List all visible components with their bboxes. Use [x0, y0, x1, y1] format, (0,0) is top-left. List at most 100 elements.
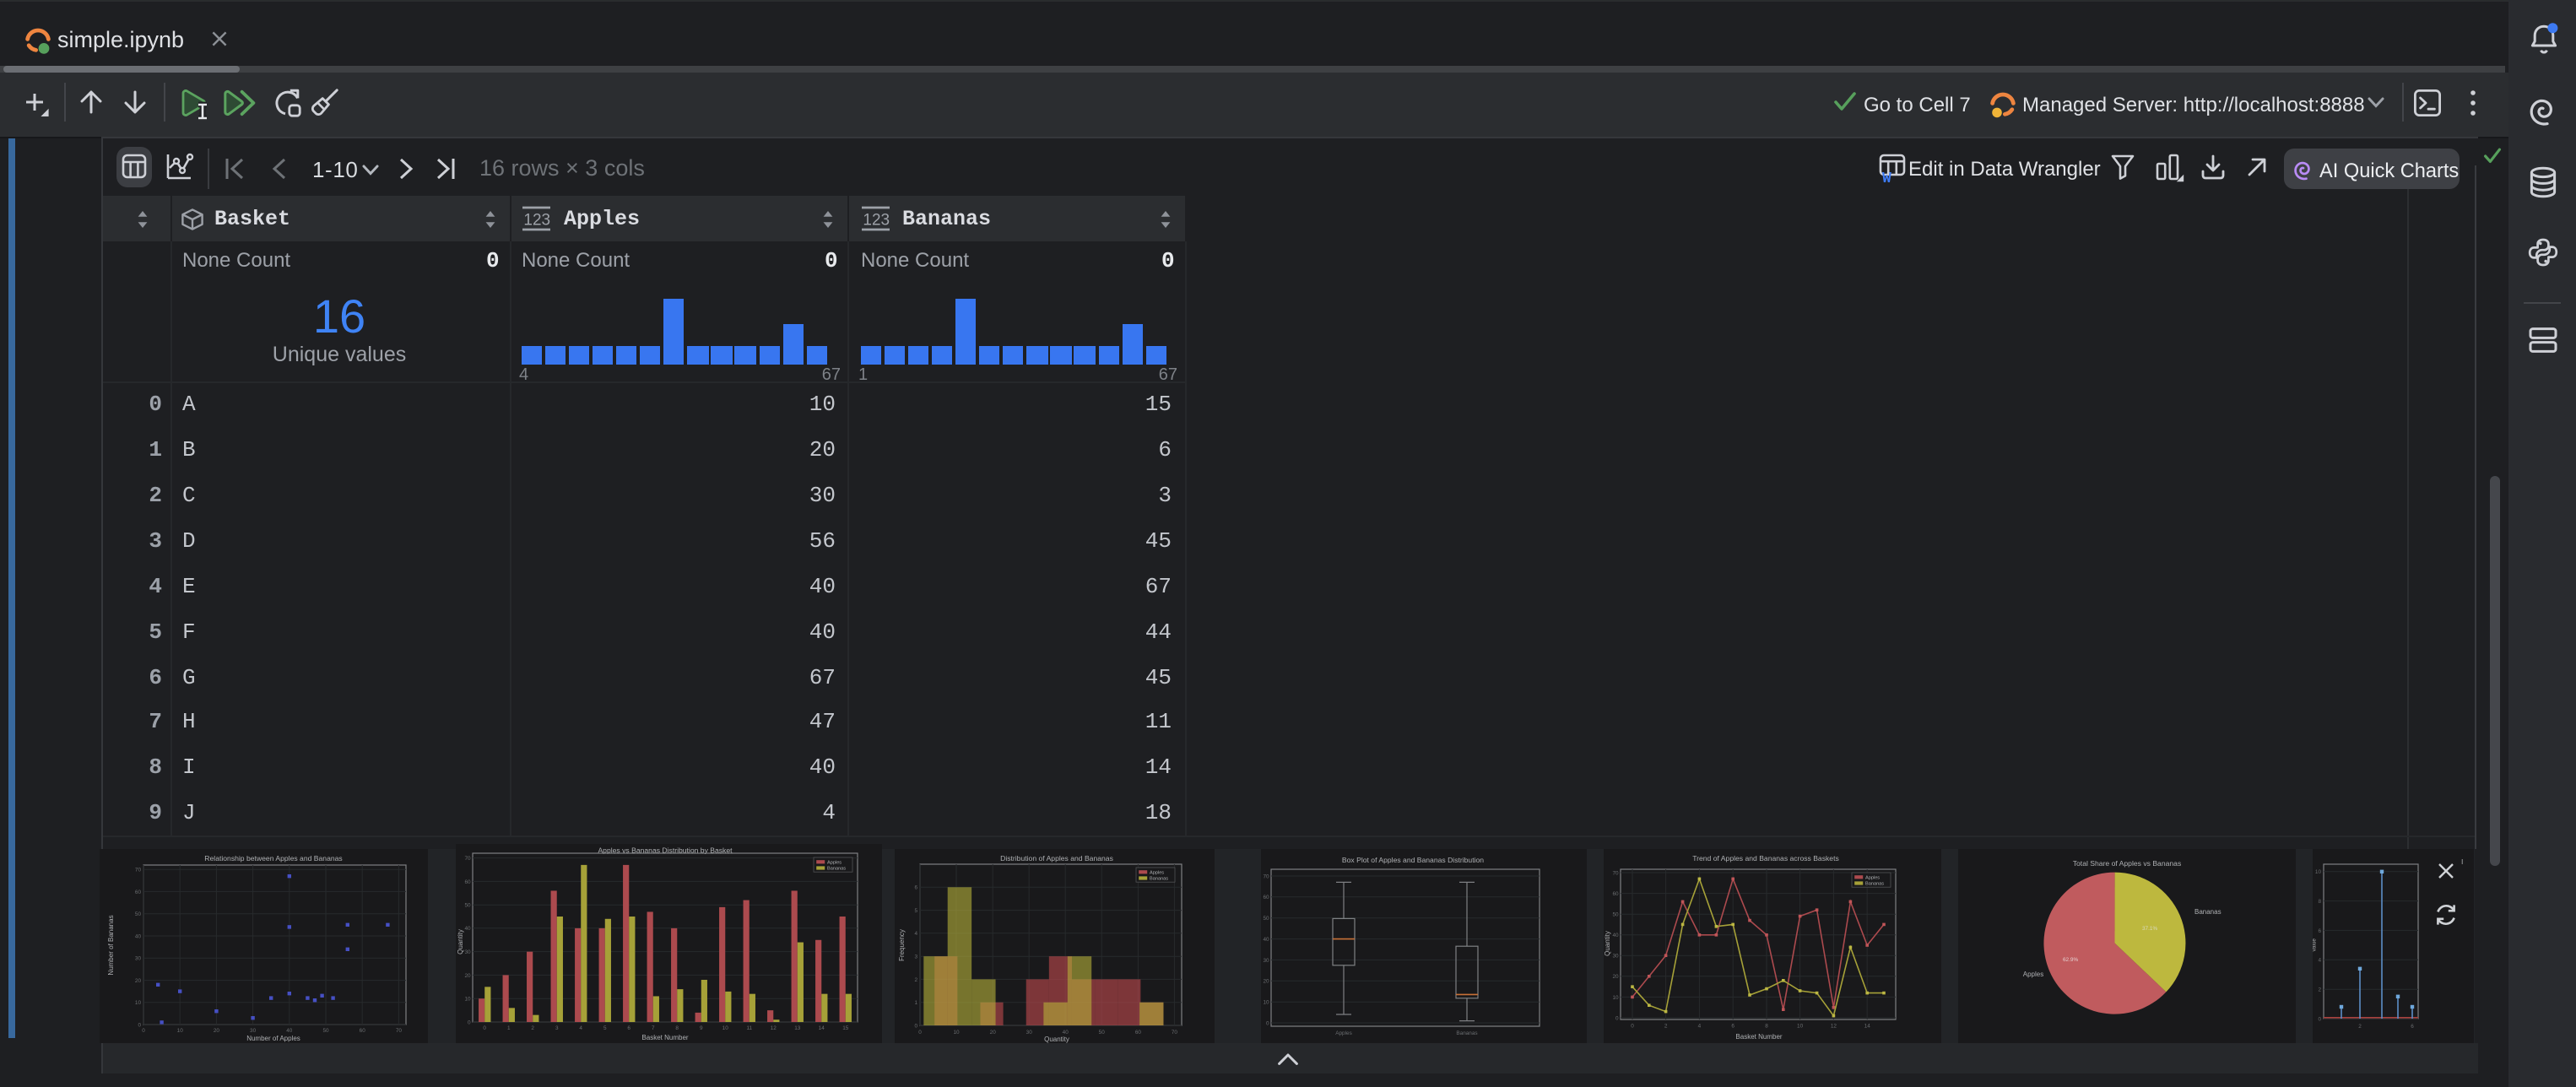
svg-text:70: 70	[1172, 1030, 1178, 1036]
svg-text:123: 123	[862, 211, 889, 229]
svg-text:0: 0	[2318, 1016, 2321, 1022]
svg-text:10: 10	[464, 997, 471, 1003]
svg-text:70: 70	[1612, 870, 1619, 876]
svg-text:12: 12	[771, 1025, 777, 1031]
svg-text:40: 40	[1063, 1030, 1069, 1036]
svg-text:50: 50	[1099, 1030, 1106, 1036]
svg-text:10: 10	[2315, 869, 2322, 875]
svg-text:40: 40	[286, 1028, 293, 1034]
svg-text:5: 5	[603, 1025, 607, 1031]
svg-text:6: 6	[627, 1025, 630, 1031]
svg-text:62.9%: 62.9%	[2063, 957, 2078, 963]
svg-text:30: 30	[1262, 958, 1269, 964]
svg-text:Quantity: Quantity	[1604, 931, 1611, 956]
svg-text:Number of Apples: Number of Apples	[246, 1035, 300, 1042]
svg-text:60: 60	[1135, 1030, 1142, 1036]
svg-text:60: 60	[135, 890, 142, 895]
svg-text:0: 0	[483, 1025, 486, 1031]
svg-text:70: 70	[464, 856, 471, 862]
svg-text:Quantity: Quantity	[457, 929, 464, 955]
svg-text:20: 20	[1262, 979, 1269, 985]
svg-text:60: 60	[1262, 895, 1269, 900]
svg-text:Apples: Apples	[827, 860, 842, 865]
svg-text:60: 60	[1612, 891, 1619, 897]
svg-text:Total Share of Apples vs Banan: Total Share of Apples vs Bananas	[2073, 859, 2182, 868]
svg-text:Apples: Apples	[1865, 875, 1880, 880]
svg-text:Basket Number: Basket Number	[1735, 1033, 1782, 1041]
svg-text:Trend of Apples and Bananas ac: Trend of Apples and Bananas across Baske…	[1692, 854, 1839, 863]
svg-text:40: 40	[464, 926, 471, 932]
svg-text:2: 2	[1664, 1024, 1668, 1030]
svg-text:20: 20	[214, 1028, 220, 1034]
svg-text:50: 50	[1262, 916, 1269, 922]
svg-text:4: 4	[579, 1025, 582, 1031]
svg-text:6: 6	[914, 885, 917, 891]
svg-text:Relationship between Apples an: Relationship between Apples and Bananas	[204, 854, 342, 863]
svg-text:9: 9	[700, 1025, 703, 1031]
svg-text:Value: Value	[2313, 938, 2318, 952]
svg-text:60: 60	[464, 879, 471, 885]
svg-text:I: I	[2461, 857, 2463, 866]
svg-text:Frequency: Frequency	[898, 929, 906, 961]
svg-text:50: 50	[464, 903, 471, 909]
svg-text:Box Plot of Apples and Bananas: Box Plot of Apples and Bananas Distribut…	[1341, 856, 1483, 864]
svg-text:40: 40	[135, 933, 142, 939]
svg-text:2: 2	[2318, 987, 2321, 993]
svg-text:70: 70	[1262, 873, 1269, 879]
svg-text:0: 0	[1265, 1020, 1269, 1026]
svg-text:Basket Number: Basket Number	[641, 1034, 688, 1041]
svg-text:30: 30	[1026, 1030, 1033, 1036]
svg-text:Bananas: Bananas	[1865, 882, 1884, 887]
svg-text:2: 2	[531, 1025, 534, 1031]
svg-text:6: 6	[2411, 1024, 2414, 1030]
svg-text:7: 7	[652, 1025, 655, 1031]
svg-text:20: 20	[990, 1030, 997, 1036]
svg-text:4: 4	[1698, 1024, 1702, 1030]
svg-text:70: 70	[396, 1028, 403, 1034]
svg-text:0: 0	[142, 1028, 145, 1034]
svg-text:0: 0	[1631, 1024, 1634, 1030]
svg-text:10: 10	[1262, 1000, 1269, 1006]
svg-text:30: 30	[250, 1028, 257, 1034]
svg-text:50: 50	[1612, 912, 1619, 918]
svg-text:8: 8	[675, 1025, 679, 1031]
svg-text:1: 1	[914, 1000, 917, 1006]
svg-text:4: 4	[914, 931, 917, 937]
svg-text:10: 10	[953, 1030, 960, 1036]
svg-text:0: 0	[918, 1030, 922, 1036]
svg-text:6: 6	[1731, 1024, 1734, 1030]
svg-text:20: 20	[135, 978, 142, 984]
svg-text:14: 14	[1864, 1024, 1871, 1030]
svg-text:20: 20	[464, 973, 471, 979]
svg-text:Apples: Apples	[2023, 971, 2043, 978]
svg-text:30: 30	[464, 949, 471, 955]
svg-text:50: 50	[322, 1028, 329, 1034]
svg-text:60: 60	[360, 1028, 366, 1034]
svg-text:14: 14	[819, 1025, 825, 1031]
svg-text:30: 30	[1612, 954, 1619, 960]
svg-text:Apples: Apples	[1150, 870, 1164, 875]
svg-text:0: 0	[138, 1022, 141, 1028]
svg-text:0: 0	[468, 1019, 471, 1025]
svg-text:10: 10	[1797, 1024, 1804, 1030]
svg-text:Bananas: Bananas	[1150, 877, 1168, 882]
svg-text:13: 13	[794, 1025, 801, 1031]
svg-text:2: 2	[914, 977, 917, 983]
svg-text:15: 15	[842, 1025, 849, 1031]
svg-text:123: 123	[523, 211, 550, 229]
svg-text:30: 30	[135, 956, 142, 962]
svg-text:40: 40	[1262, 937, 1269, 943]
svg-text:70: 70	[135, 868, 142, 873]
svg-text:12: 12	[1831, 1024, 1837, 1030]
svg-text:0: 0	[914, 1023, 917, 1029]
svg-text:10: 10	[135, 1000, 142, 1006]
svg-text:8: 8	[2318, 899, 2321, 905]
svg-text:Bananas: Bananas	[1455, 1030, 1476, 1036]
svg-text:Number of Bananas: Number of Bananas	[107, 915, 115, 975]
svg-text:6: 6	[2318, 928, 2321, 934]
svg-text:10: 10	[177, 1028, 184, 1034]
svg-text:Bananas: Bananas	[2194, 908, 2222, 916]
svg-text:37.1%: 37.1%	[2142, 926, 2157, 932]
svg-text:20: 20	[1612, 974, 1619, 980]
svg-text:11: 11	[746, 1025, 752, 1031]
